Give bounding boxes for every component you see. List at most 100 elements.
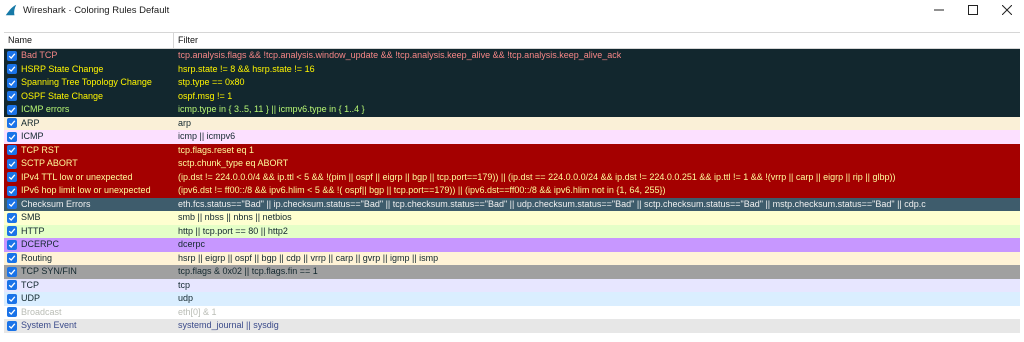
rule-name-cell: IPv4 TTL low or unexpected bbox=[4, 171, 174, 185]
table-row[interactable]: TCP RST tcp.flags.reset eq 1 bbox=[4, 143, 1020, 157]
rule-name: SMB bbox=[21, 212, 41, 222]
rule-name-cell: Spanning Tree Topology Change bbox=[4, 76, 174, 90]
column-header-filter[interactable]: Filter bbox=[174, 33, 1020, 48]
table-row[interactable]: ICMP errors icmp.type in { 3..5, 11 } || … bbox=[4, 103, 1020, 117]
rule-enabled-checkbox[interactable] bbox=[7, 64, 17, 75]
table-body: Bad TCP tcp.analysis.flags && !tcp.analys… bbox=[4, 49, 1020, 333]
rule-enabled-checkbox[interactable] bbox=[7, 253, 17, 264]
column-header-name[interactable]: Name bbox=[4, 33, 174, 48]
table-row[interactable]: IPv4 TTL low or unexpected (ip.dst != 224… bbox=[4, 170, 1020, 185]
rule-enabled-checkbox[interactable] bbox=[7, 239, 17, 250]
rule-enabled-checkbox[interactable] bbox=[7, 320, 17, 331]
table-row[interactable]: SCTP ABORT sctp.chunk_type eq ABORT bbox=[4, 157, 1020, 171]
rule-name-cell: SMB bbox=[4, 211, 174, 225]
table-header: Name Filter bbox=[4, 33, 1020, 49]
rule-enabled-checkbox[interactable] bbox=[7, 91, 17, 102]
checkmark-icon bbox=[8, 120, 16, 127]
rule-enabled-checkbox[interactable] bbox=[7, 293, 17, 304]
rule-name-cell: ICMP errors bbox=[4, 103, 174, 117]
rule-name: TCP RST bbox=[21, 144, 60, 155]
title-bar: Wireshark · Coloring Rules Default bbox=[0, 0, 1024, 20]
rule-name-cell: Routing bbox=[4, 252, 174, 266]
rule-filter: stp.type == 0x80 bbox=[178, 77, 245, 87]
rule-enabled-checkbox[interactable] bbox=[7, 280, 17, 291]
rule-name-cell: Broadcast bbox=[4, 306, 174, 320]
rule-filter: dcerpc bbox=[178, 239, 206, 249]
table-row[interactable]: HTTP http || tcp.port == 80 || http2 bbox=[4, 224, 1020, 238]
rule-name-cell: IPv6 hop limit low or unexpected bbox=[4, 184, 174, 198]
rule-enabled-checkbox[interactable] bbox=[7, 50, 17, 61]
rule-filter: tcp.analysis.flags && !tcp.analysis.wind… bbox=[178, 50, 622, 60]
checkmark-icon bbox=[8, 228, 16, 235]
rule-name: HSRP State Change bbox=[21, 63, 104, 74]
rule-enabled-checkbox[interactable] bbox=[7, 199, 17, 210]
table-row[interactable]: ICMP icmp || icmpv6 bbox=[4, 130, 1020, 144]
rule-enabled-checkbox[interactable] bbox=[7, 185, 17, 196]
rule-name-cell: UDP bbox=[4, 292, 174, 306]
rule-filter: eth.fcs.status=="Bad" || ip.checksum.sta… bbox=[178, 198, 926, 209]
rule-enabled-checkbox[interactable] bbox=[7, 307, 17, 318]
rule-enabled-checkbox[interactable] bbox=[7, 158, 17, 169]
table-row[interactable]: Checksum Errors eth.fcs.status=="Bad" || … bbox=[4, 197, 1020, 212]
rule-name: HTTP bbox=[21, 225, 45, 236]
rule-filter: (ip.dst != 224.0.0.0/4 && ip.ttl < 5 && … bbox=[178, 171, 896, 182]
table-row[interactable]: SMB smb || nbss || nbns || netbios bbox=[4, 211, 1020, 225]
rule-enabled-checkbox[interactable] bbox=[7, 145, 17, 156]
table-row[interactable]: Spanning Tree Topology Change stp.type ==… bbox=[4, 76, 1020, 90]
rule-enabled-checkbox[interactable] bbox=[7, 77, 17, 88]
rule-filter: icmp.type in { 3..5, 11 } || icmpv6.type… bbox=[178, 104, 365, 114]
rule-name-cell: Checksum Errors bbox=[4, 198, 174, 212]
minimize-button[interactable] bbox=[922, 0, 956, 20]
table-row[interactable]: TCP SYN/FIN tcp.flags & 0x02 || tcp.flags… bbox=[4, 265, 1020, 279]
rule-filter: arp bbox=[178, 117, 192, 128]
table-row[interactable]: Broadcast eth[0] & 1 bbox=[4, 305, 1020, 320]
rule-name: Broadcast bbox=[21, 306, 62, 317]
rule-name: ICMP bbox=[21, 131, 44, 141]
checkmark-icon bbox=[8, 66, 16, 73]
maximize-button[interactable] bbox=[956, 0, 990, 20]
table-row[interactable]: IPv6 hop limit low or unexpected (ipv6.ds… bbox=[4, 184, 1020, 198]
table-row[interactable]: OSPF State Change ospf.msg != 1 bbox=[4, 89, 1020, 103]
rule-name: SCTP ABORT bbox=[21, 158, 78, 168]
rule-enabled-checkbox[interactable] bbox=[7, 118, 17, 129]
table-row[interactable]: Routing hsrp || eigrp || ospf || bgp || c… bbox=[4, 251, 1020, 266]
table-row[interactable]: TCP tcp bbox=[4, 278, 1020, 293]
checkmark-icon bbox=[8, 269, 16, 275]
rule-name-cell: TCP SYN/FIN bbox=[4, 265, 174, 279]
rule-enabled-checkbox[interactable] bbox=[7, 172, 17, 183]
table-row[interactable]: ARP arp bbox=[4, 116, 1020, 130]
rule-filter: sctp.chunk_type eq ABORT bbox=[178, 158, 289, 168]
rule-enabled-checkbox[interactable] bbox=[7, 104, 17, 115]
window-title: Wireshark · Coloring Rules Default bbox=[23, 4, 170, 16]
rule-name: System Event bbox=[21, 320, 77, 330]
minimize-icon bbox=[934, 9, 944, 11]
rule-name: Spanning Tree Topology Change bbox=[21, 77, 152, 87]
table-row[interactable]: Bad TCP tcp.analysis.flags && !tcp.analys… bbox=[4, 49, 1020, 63]
rule-enabled-checkbox[interactable] bbox=[7, 212, 17, 223]
rule-filter: tcp bbox=[178, 279, 191, 290]
rule-name-cell: SCTP ABORT bbox=[4, 157, 174, 171]
rule-filter: tcp.flags.reset eq 1 bbox=[178, 144, 255, 155]
checkmark-icon bbox=[8, 174, 16, 181]
rule-filter: http || tcp.port == 80 || http2 bbox=[178, 225, 288, 236]
table-row[interactable]: UDP udp bbox=[4, 292, 1020, 306]
table-row[interactable]: HSRP State Change hsrp.state != 8 && hsrp… bbox=[4, 62, 1020, 76]
checkmark-icon bbox=[8, 242, 16, 248]
rule-name: Bad TCP bbox=[21, 50, 58, 60]
rule-enabled-checkbox[interactable] bbox=[7, 266, 17, 277]
rule-name: ARP bbox=[21, 117, 40, 128]
table-row[interactable]: System Event systemd_journal || sysdig bbox=[4, 319, 1020, 333]
rule-enabled-checkbox[interactable] bbox=[7, 131, 17, 142]
rule-name: Checksum Errors bbox=[21, 198, 91, 209]
checkmark-icon bbox=[8, 93, 16, 100]
checkmark-icon bbox=[8, 80, 16, 86]
table-row[interactable]: DCERPC dcerpc bbox=[4, 238, 1020, 252]
rule-filter: udp bbox=[178, 293, 194, 303]
checkmark-icon bbox=[8, 309, 16, 316]
rule-enabled-checkbox[interactable] bbox=[7, 226, 17, 237]
checkmark-icon bbox=[8, 323, 16, 329]
close-button[interactable] bbox=[990, 0, 1024, 20]
rule-filter: systemd_journal || sysdig bbox=[178, 320, 279, 330]
rule-name-cell: TCP bbox=[4, 279, 174, 293]
rule-filter: hsrp.state != 8 && hsrp.state != 16 bbox=[178, 63, 315, 74]
